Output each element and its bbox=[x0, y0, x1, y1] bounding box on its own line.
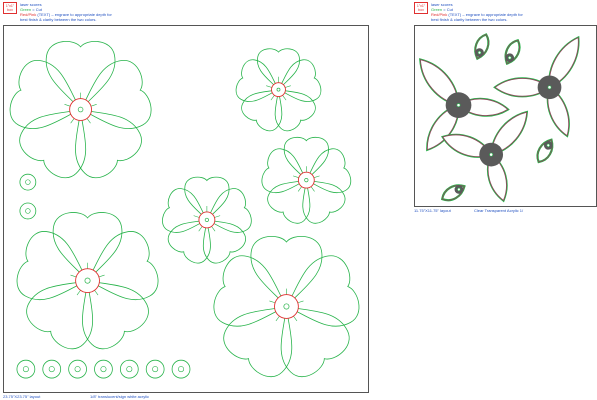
left-caption-material: 1/8" translucent/sign white acrylic bbox=[90, 394, 150, 399]
bottom-disc-hole bbox=[48, 366, 55, 373]
right-legend: 1"x1" box laser scores Green = Cut Red/P… bbox=[414, 2, 523, 22]
flower-center-engrave bbox=[297, 171, 315, 189]
petal-base-line bbox=[282, 95, 287, 101]
petal-base-line bbox=[90, 104, 97, 107]
petal-base-line bbox=[297, 186, 302, 192]
petal-cut-line bbox=[223, 305, 293, 378]
flower-small-1 bbox=[235, 48, 322, 132]
petal-base-line bbox=[297, 300, 304, 304]
bud-outline bbox=[504, 39, 521, 65]
petal-base-line bbox=[293, 315, 298, 322]
bud-outline bbox=[536, 138, 554, 164]
bottom-disc-hole bbox=[152, 366, 159, 373]
petal-cut-line bbox=[280, 305, 350, 378]
petal-base-line bbox=[269, 300, 276, 304]
small-disc-hole bbox=[25, 179, 31, 185]
petal-base-line bbox=[313, 175, 320, 178]
flower-dark-center-1-hole bbox=[456, 103, 461, 108]
petal-base-line bbox=[266, 85, 272, 88]
bottom-disc-hole bbox=[178, 366, 185, 373]
flower-large-1 bbox=[9, 41, 152, 179]
size-box-sub: box bbox=[7, 8, 13, 12]
petal-base-line bbox=[293, 175, 299, 178]
flower-small-3 bbox=[162, 176, 252, 264]
petal-base-line bbox=[76, 290, 81, 296]
small-disc-hole bbox=[25, 208, 31, 214]
petal-base-line bbox=[86, 118, 91, 124]
petal-base-line bbox=[94, 290, 99, 296]
bottom-disc-hole bbox=[126, 366, 133, 373]
petal-base-line bbox=[70, 274, 77, 278]
petal-cut-line bbox=[82, 280, 149, 350]
bud-1 bbox=[474, 33, 490, 61]
legend-text: laser scores Green = Cut Red/Pink (TEXT)… bbox=[20, 2, 112, 22]
right-layout-panel bbox=[414, 25, 597, 207]
flower-center-engrave bbox=[274, 294, 299, 319]
bottom-disc bbox=[16, 359, 36, 379]
bottom-disc-hole bbox=[100, 366, 107, 373]
left-caption-size: 23.75"X23.75" layout bbox=[3, 394, 41, 399]
petal-base-line bbox=[214, 215, 221, 218]
right-layout-drawing bbox=[419, 33, 580, 203]
small-disc bbox=[19, 202, 37, 220]
left-layout-drawing bbox=[9, 41, 360, 379]
bud-outline bbox=[440, 184, 466, 202]
flower-center-engrave bbox=[75, 268, 100, 293]
flower-dark-center-3-hole bbox=[489, 152, 494, 157]
flower-small-2 bbox=[261, 136, 352, 224]
flower-center-engrave bbox=[271, 82, 286, 98]
petal-base-line bbox=[70, 118, 75, 124]
petal-cut-line bbox=[19, 109, 87, 179]
left-layout-panel bbox=[3, 25, 369, 393]
legend-line-4: best finish & clarity between the two co… bbox=[431, 17, 508, 22]
bottom-disc bbox=[171, 359, 191, 379]
petal-base-line bbox=[275, 315, 280, 322]
left-legend: 1"x1" box laser scores Green = Cut Red/P… bbox=[3, 2, 112, 22]
flower-center-engrave bbox=[198, 211, 216, 229]
small-disc bbox=[19, 173, 37, 191]
bottom-disc bbox=[145, 359, 165, 379]
bottom-disc bbox=[94, 359, 113, 379]
petal-base-line bbox=[270, 95, 275, 101]
legend-text: laser scores Green = Cut Red/Pink (TEXT)… bbox=[431, 2, 523, 22]
size-box-sub: box bbox=[418, 8, 424, 12]
size-box: 1"x1" box bbox=[414, 2, 428, 14]
bottom-disc-hole bbox=[22, 366, 29, 373]
petal-base-line bbox=[193, 215, 200, 218]
bottom-disc bbox=[68, 359, 87, 379]
flower-center-engrave bbox=[69, 98, 92, 121]
petal-base-line bbox=[211, 226, 216, 232]
bud-4 bbox=[440, 184, 466, 202]
flower-large-3 bbox=[213, 236, 360, 378]
bud-2 bbox=[504, 39, 521, 65]
bottom-disc bbox=[119, 359, 139, 379]
petal-base-line bbox=[285, 85, 291, 88]
bud-3 bbox=[536, 138, 554, 164]
right-caption-material: Clear Transparent Acrylic 1/ bbox=[474, 208, 524, 213]
size-box: 1"x1" box bbox=[3, 2, 17, 14]
bottom-disc-hole bbox=[74, 366, 81, 373]
petal-cut-line bbox=[75, 109, 142, 179]
petal-cut-line bbox=[26, 280, 94, 350]
flower-large-2 bbox=[16, 212, 159, 350]
petal-base-line bbox=[64, 104, 71, 107]
petal-base-line bbox=[310, 186, 315, 192]
legend-line-4: best finish & clarity between the two co… bbox=[20, 17, 97, 22]
flower-dark-center-2-hole bbox=[547, 85, 552, 90]
bottom-disc bbox=[42, 359, 62, 379]
petal-base-line bbox=[198, 226, 203, 232]
right-caption-size: 11.75"X11.75" layout bbox=[414, 208, 451, 213]
petal-base-line bbox=[98, 274, 105, 278]
